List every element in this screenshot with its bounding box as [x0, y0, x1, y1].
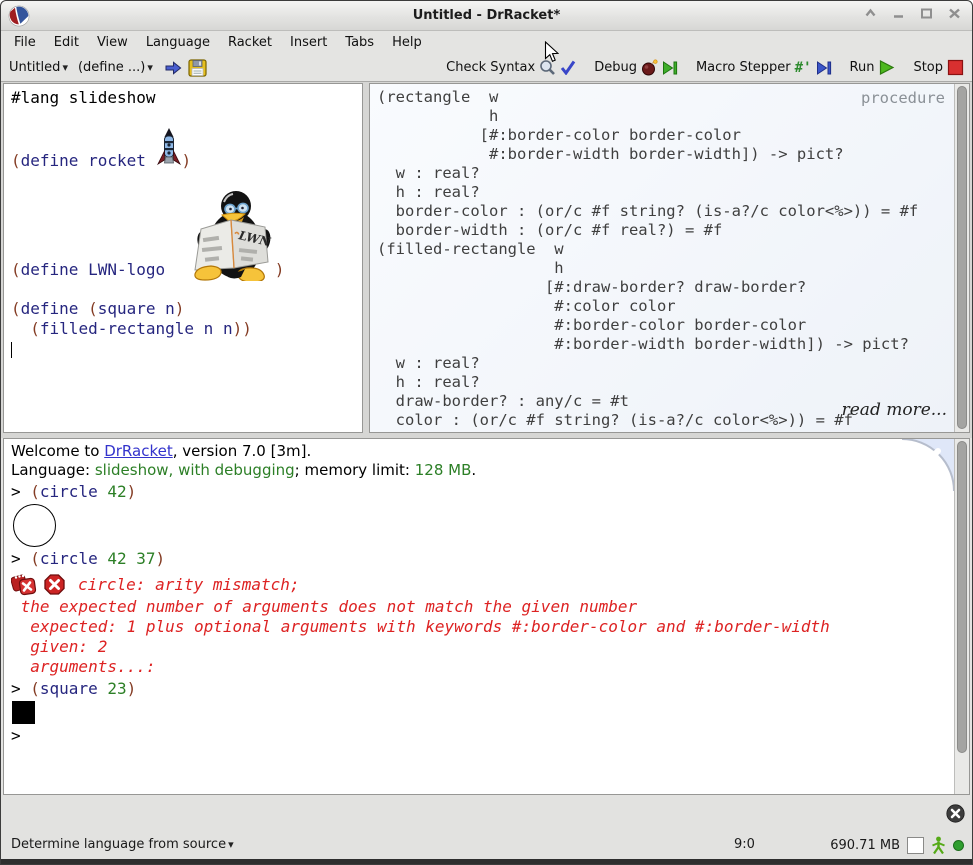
menu-language[interactable]: Language — [137, 31, 219, 54]
stop-label: Stop — [913, 60, 943, 75]
shade-window-button[interactable] — [863, 6, 878, 21]
menu-help[interactable]: Help — [383, 31, 431, 54]
language-line: Language: slideshow, with debugging; mem… — [11, 461, 477, 479]
error-stop-icon[interactable] — [44, 574, 65, 595]
define-navigator-label: (define ...) — [77, 60, 146, 75]
magnifier-icon — [540, 60, 556, 75]
circle-output-image — [13, 504, 56, 547]
hide-interactions-corner-button[interactable] — [902, 439, 954, 491]
lwn-logo-image: LWN — [194, 191, 273, 283]
file-name-label: Untitled — [9, 60, 61, 75]
kill-evaluation-icon[interactable] — [946, 804, 965, 823]
menu-view[interactable]: View — [88, 31, 137, 54]
menu-tabs[interactable]: Tabs — [336, 31, 383, 54]
run-icon — [880, 60, 895, 75]
menu-insert[interactable]: Insert — [281, 31, 336, 54]
memory-limit-checkbox[interactable] — [907, 837, 924, 854]
docs-scrollbar-thumb[interactable] — [957, 86, 967, 429]
check-syntax-label: Check Syntax — [446, 60, 536, 75]
error-header: circle: arity mismatch; — [11, 572, 949, 597]
memory-usage: 690.71 MB — [830, 838, 900, 853]
error-title: circle: arity mismatch; — [78, 575, 300, 594]
lang-line: #lang slideshow — [11, 88, 156, 107]
definitions-editor[interactable]: #lang slideshow (define rocket ) (define… — [3, 83, 363, 433]
menubar: File Edit View Language Racket Insert Ta… — [1, 31, 972, 54]
interactions-scrollbar[interactable] — [954, 439, 969, 794]
save-icon[interactable] — [188, 58, 207, 77]
run-button[interactable]: Run — [848, 58, 898, 77]
main-split: #lang slideshow (define rocket ) (define… — [1, 82, 972, 434]
debug-button[interactable]: Debug — [592, 58, 680, 77]
procedure-label: procedure — [861, 89, 945, 107]
repl-entry-circle-42: > (circle 42) — [11, 482, 137, 501]
file-name-dropdown[interactable]: Untitled ▾ — [7, 59, 70, 76]
dropdown-arrow-icon: ▾ — [62, 60, 68, 74]
cursor-line — [11, 339, 355, 359]
menu-racket[interactable]: Racket — [219, 31, 281, 54]
minimize-button[interactable] — [891, 6, 906, 21]
define-rocket-line: (define rocket ) — [11, 128, 355, 171]
stop-icon — [947, 59, 964, 76]
titlebar[interactable]: Untitled - DrRacket* — [1, 1, 972, 31]
menu-edit[interactable]: Edit — [45, 31, 88, 54]
bomb-icon — [641, 59, 658, 76]
filled-rectangle-line: (filled-rectangle n n)) — [30, 319, 252, 338]
read-more-link[interactable]: read more... — [842, 400, 947, 420]
step-play-icon — [662, 60, 678, 75]
docs-scrollbar[interactable] — [954, 84, 969, 432]
repl-entry-square-23: > (square 23) — [11, 679, 137, 698]
text-caret — [11, 342, 12, 358]
rocket-image — [156, 128, 181, 166]
dropdown-arrow-icon: ▾ — [228, 837, 234, 851]
macro-stepper-button[interactable]: Macro Stepper #' — [694, 59, 834, 77]
error-message-lines: the expected number of arguments does no… — [11, 597, 830, 676]
window-bottom-border — [1, 859, 972, 864]
define-square-line: (define (square n) — [11, 299, 185, 318]
check-icon — [561, 60, 576, 75]
define-lwn-logo-line: (define LWN-logo LWN) — [11, 189, 355, 283]
window-title: Untitled - DrRacket* — [412, 8, 561, 23]
toolbar: Untitled ▾ (define ...) ▾ Check Syntax D… — [1, 54, 972, 82]
check-syntax-button[interactable]: Check Syntax — [444, 58, 578, 77]
bug-report-icon[interactable] — [11, 573, 37, 596]
line-column-indicator: 9:0 — [734, 837, 755, 852]
interactions-scrollbar-thumb[interactable] — [957, 441, 967, 754]
stop-button[interactable]: Stop — [911, 58, 966, 77]
interactions-pane[interactable]: Welcome to DrRacket, version 7.0 [3m]. L… — [3, 438, 970, 795]
jump-arrow-icon[interactable] — [165, 60, 182, 75]
dropdown-arrow-icon: ▾ — [147, 60, 153, 74]
language-selector[interactable]: Determine language from source ▾ — [11, 837, 234, 852]
running-man-icon — [932, 836, 945, 855]
maximize-button[interactable] — [919, 6, 934, 21]
macro-stepper-label: Macro Stepper — [695, 60, 791, 75]
repl-entry-circle-42-37: > (circle 42 37) — [11, 549, 166, 568]
close-button[interactable] — [947, 6, 962, 21]
repl-prompt[interactable]: > — [11, 726, 949, 746]
menu-file[interactable]: File — [5, 31, 45, 54]
define-navigator-dropdown[interactable]: (define ...) ▾ — [76, 59, 155, 76]
docs-text: (rectangle w h [#:border-color border-co… — [377, 88, 919, 429]
drracket-link[interactable]: DrRacket — [104, 442, 173, 460]
welcome-line: Welcome to DrRacket, version 7.0 [3m]. — [11, 442, 312, 460]
docs-popup: (rectangle w h [#:border-color border-co… — [369, 83, 970, 433]
macro-hash-icon: #' — [794, 59, 812, 76]
run-label: Run — [849, 60, 875, 75]
drracket-window: Untitled - DrRacket* File Edit View Lang… — [0, 0, 973, 865]
macro-play-icon — [816, 60, 831, 75]
language-selector-label: Determine language from source — [11, 837, 227, 852]
debug-label: Debug — [594, 60, 637, 75]
status-area: Determine language from source ▾ 9:0 690… — [1, 795, 972, 864]
gc-indicator-dot — [953, 840, 964, 851]
square-output-image — [12, 701, 35, 724]
